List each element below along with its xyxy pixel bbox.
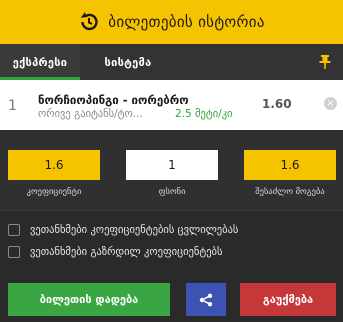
page-title: ბილეთების ისტორია <box>108 13 265 31</box>
match-name: ნორჩიოპინგი - იორებრო <box>38 93 189 107</box>
bet-number: 1 <box>8 98 17 114</box>
tab-bar: ექსპრესი სისტემა <box>0 44 343 80</box>
place-bet-button[interactable]: ბილეთის დადება <box>8 283 170 316</box>
share-button[interactable] <box>186 283 226 316</box>
tab-express[interactable]: ექსპრესი <box>0 44 80 80</box>
tab-system[interactable]: სისტემა <box>80 44 176 80</box>
accept-odds-changes-option[interactable]: ვეთანხმები კოეფიციენტების ცვლილებას <box>8 224 238 236</box>
history-icon <box>78 11 100 33</box>
stake-label: ფსონი <box>158 187 186 197</box>
bet-calculator: 1.6 კოეფიციენტი 1 ფსონი 1.6 შესაძლო მოგე… <box>0 130 343 210</box>
bet-slip-row[interactable]: 1 ნორჩიოპინგი - იორებრო ორივე გაიტანს/ტო… <box>0 80 343 130</box>
coefficient-value: 1.6 <box>8 150 100 180</box>
bet-options: ვეთანხმები კოეფიციენტების ცვლილებას ვეთა… <box>0 210 343 278</box>
market-name: ორივე გაიტანს/ტო... <box>38 108 143 120</box>
accept-odds-changes-checkbox[interactable] <box>8 224 20 236</box>
possible-winnings-value: 1.6 <box>244 150 336 180</box>
accept-higher-odds-option[interactable]: ვეთანხმები გაზრდილ კოეფიციენტებს <box>8 246 222 258</box>
pin-icon <box>319 55 331 69</box>
possible-winnings-label: შესაძლო მოგება <box>255 187 325 197</box>
share-icon <box>199 293 213 306</box>
pick-name: 2.5 მეტი/კი <box>175 108 233 120</box>
accept-higher-odds-checkbox[interactable] <box>8 246 20 258</box>
action-bar: ბილეთის დადება გაუქმება <box>0 278 343 322</box>
remove-bet-icon[interactable]: × <box>324 97 337 110</box>
cancel-button[interactable]: გაუქმება <box>240 283 336 316</box>
bet-odd: 1.60 <box>262 97 292 111</box>
stake-input[interactable]: 1 <box>126 150 218 180</box>
pin-button[interactable] <box>307 44 343 80</box>
coefficient-label: კოეფიციენტი <box>26 187 82 197</box>
accept-higher-odds-label: ვეთანხმები გაზრდილ კოეფიციენტებს <box>30 246 223 258</box>
bet-history-header[interactable]: ბილეთების ისტორია <box>0 0 343 44</box>
accept-odds-changes-label: ვეთანხმები კოეფიციენტების ცვლილებას <box>30 224 239 236</box>
